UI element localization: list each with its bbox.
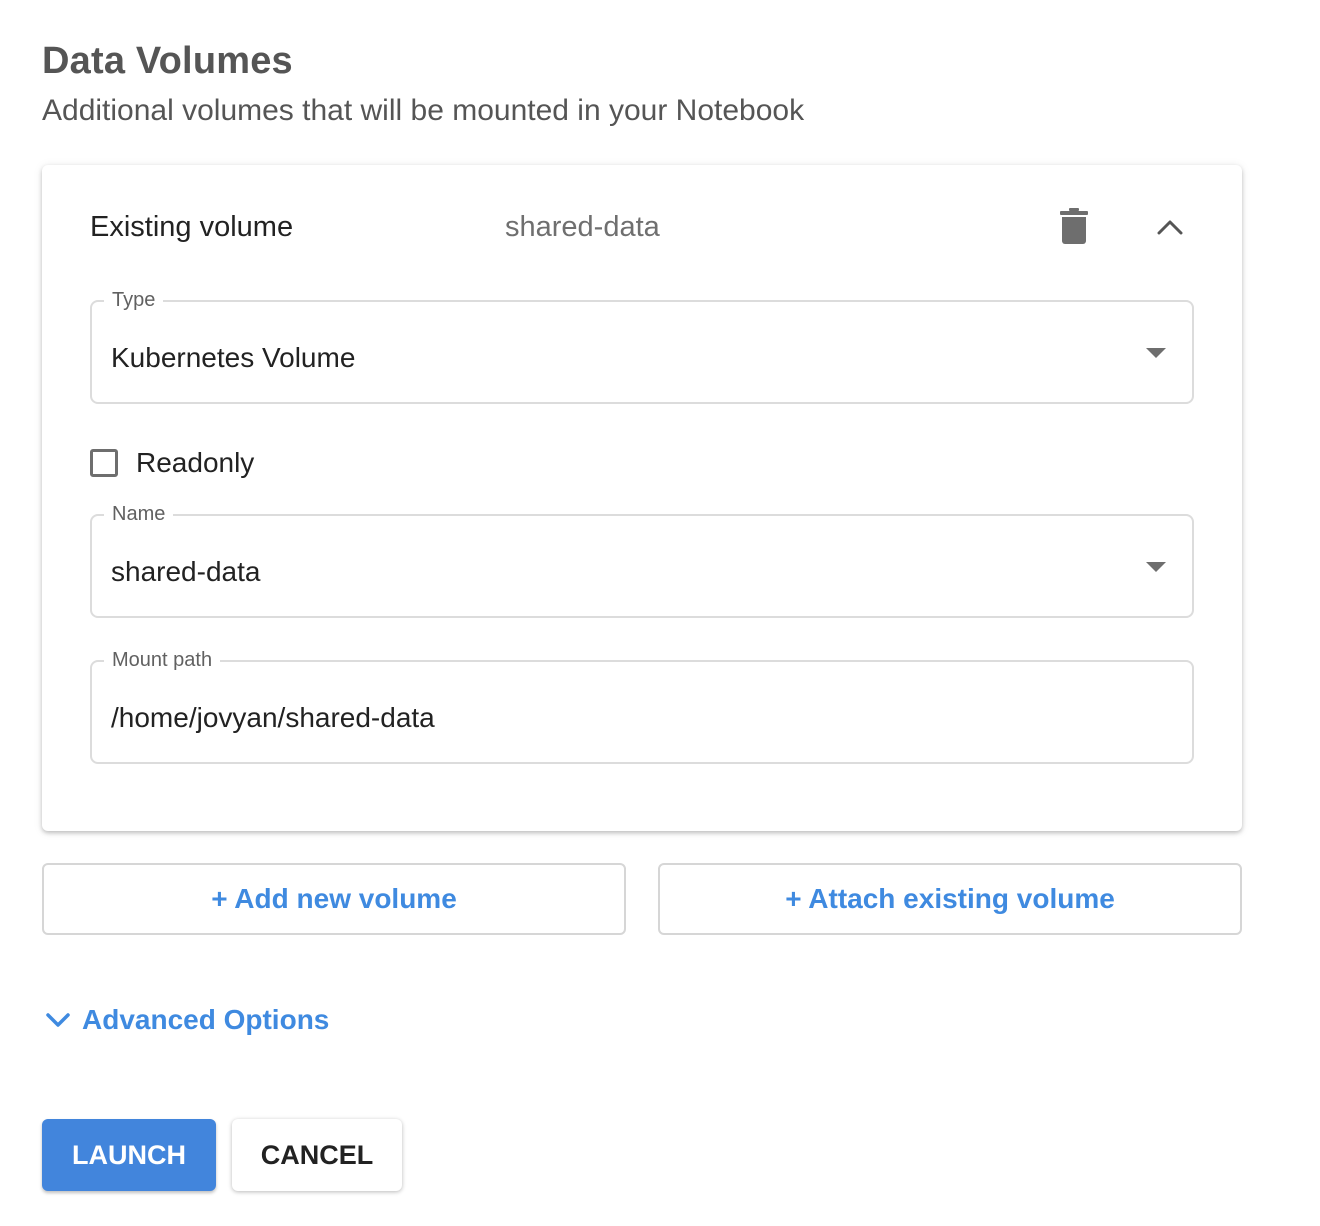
name-label: Name (104, 500, 174, 528)
volume-card: Existing volume shared-data Type Kuberne… (42, 165, 1242, 831)
caret-down-icon (1146, 562, 1166, 572)
mount-path-input[interactable]: Mount path /home/jovyan/shared-data (90, 646, 1194, 764)
add-new-volume-button[interactable]: + Add new volume (42, 863, 626, 935)
trash-icon (1060, 208, 1088, 244)
caret-down-icon (1146, 348, 1166, 358)
type-select[interactable]: Type Kubernetes Volume (90, 286, 1194, 404)
advanced-options-toggle[interactable]: Advanced Options (44, 1000, 329, 1040)
chevron-down-icon (46, 1013, 70, 1027)
name-select[interactable]: Name shared-data (90, 500, 1194, 618)
name-value: shared-data (111, 556, 261, 587)
advanced-options-label: Advanced Options (82, 1004, 330, 1035)
section-title: Data Volumes (42, 40, 293, 82)
section-subtitle: Additional volumes that will be mounted … (42, 94, 805, 127)
notebook-form-page: Data Volumes Additional volumes that wil… (0, 0, 1320, 1226)
readonly-option: Readonly (90, 445, 254, 481)
mount-path-value: /home/jovyan/shared-data (111, 702, 435, 733)
cancel-button[interactable]: CANCEL (232, 1119, 402, 1191)
type-value: Kubernetes Volume (111, 342, 356, 373)
mount-path-label: Mount path (104, 646, 221, 674)
chevron-up-icon (1157, 220, 1183, 235)
volume-header-value: shared-data (505, 211, 660, 243)
volume-header-label: Existing volume (90, 211, 294, 243)
readonly-label: Readonly (136, 447, 255, 478)
launch-button[interactable]: LAUNCH (42, 1119, 216, 1191)
delete-volume-button[interactable] (1054, 205, 1094, 247)
attach-existing-volume-button[interactable]: + Attach existing volume (658, 863, 1242, 935)
readonly-checkbox[interactable] (90, 449, 118, 477)
type-label: Type (104, 286, 164, 314)
collapse-volume-button[interactable] (1148, 207, 1192, 247)
